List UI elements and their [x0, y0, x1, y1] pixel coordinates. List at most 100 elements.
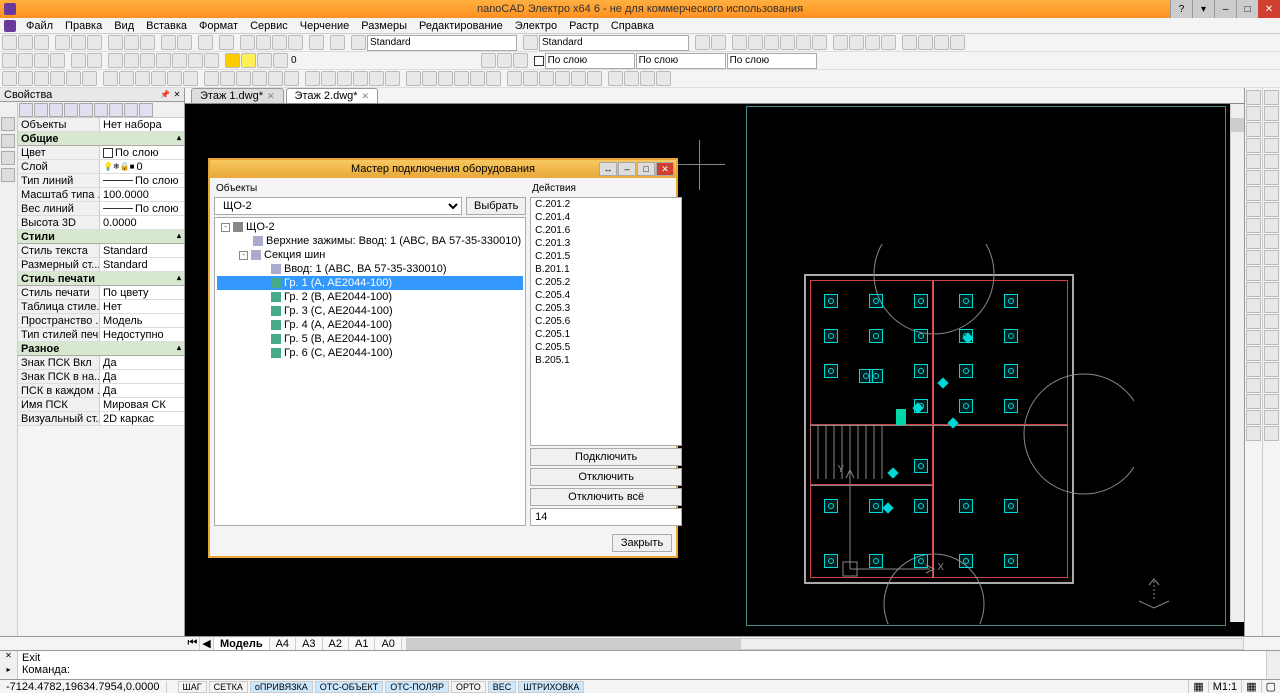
- layer-off-icon[interactable]: [50, 53, 65, 68]
- pin-icon[interactable]: 📌: [160, 90, 170, 100]
- props-row[interactable]: Визуальный ст...2D каркас: [18, 412, 184, 426]
- draw-tool-4[interactable]: [66, 71, 81, 86]
- print-icon[interactable]: [55, 35, 70, 50]
- draw-tool-19[interactable]: [321, 71, 336, 86]
- right-tool-0-8[interactable]: [1246, 218, 1261, 233]
- tb-btn-n[interactable]: [918, 35, 933, 50]
- props-tb-8[interactable]: [124, 103, 138, 117]
- draw-tool-1[interactable]: [18, 71, 33, 86]
- draw-tool-33[interactable]: [555, 71, 570, 86]
- props-tb-1[interactable]: [19, 103, 33, 117]
- draw-tool-14[interactable]: [236, 71, 251, 86]
- actions-list[interactable]: C.201.2C.201.4C.201.6C.201.3C.201.5B.201…: [530, 197, 682, 446]
- props-section[interactable]: Стиль печати▴: [18, 272, 184, 286]
- count-input[interactable]: [530, 508, 682, 526]
- right-tool-1-5[interactable]: [1264, 170, 1279, 185]
- right-tool-0-9[interactable]: [1246, 234, 1261, 249]
- tree-item[interactable]: Гр. 3 (C, AE2044-100): [217, 304, 523, 318]
- tab-nav-first[interactable]: ⏮: [186, 637, 200, 650]
- props-section[interactable]: Общие▴: [18, 132, 184, 146]
- lock-icon[interactable]: [257, 53, 272, 68]
- right-tool-1-14[interactable]: [1264, 314, 1279, 329]
- collapse-icon[interactable]: ▴: [177, 343, 181, 354]
- layout-tab-A3[interactable]: A3: [296, 638, 322, 650]
- light-fixture[interactable]: [1004, 294, 1018, 308]
- light-fixture[interactable]: [824, 329, 838, 343]
- status-extra-3[interactable]: ▢: [1261, 680, 1280, 693]
- tb-btn-m[interactable]: [902, 35, 917, 50]
- preview-icon[interactable]: [87, 35, 102, 50]
- draw-tool-35[interactable]: [587, 71, 602, 86]
- tree-item[interactable]: -ЩО-2: [217, 220, 523, 234]
- right-tool-0-14[interactable]: [1246, 314, 1261, 329]
- collapse-icon[interactable]: ▴: [177, 133, 181, 144]
- props-tb-4[interactable]: [64, 103, 78, 117]
- objects-tree[interactable]: -ЩО-2Верхние зажимы: Ввод: 1 (ABC, ВА 57…: [214, 217, 526, 526]
- menu-вставка[interactable]: Вставка: [140, 20, 193, 32]
- list-item[interactable]: C.205.4: [531, 289, 681, 302]
- view-cube-icon[interactable]: [1134, 576, 1174, 616]
- light-fixture[interactable]: [1004, 364, 1018, 378]
- props-value[interactable]: 💡❄🔒■0: [100, 160, 184, 173]
- light-fixture[interactable]: [914, 364, 928, 378]
- regen-icon[interactable]: [309, 35, 324, 50]
- draw-tool-17[interactable]: [284, 71, 299, 86]
- tree-toggle-icon[interactable]: -: [239, 251, 248, 260]
- status-toggle-ШАГ[interactable]: ШАГ: [178, 681, 207, 693]
- copy-icon[interactable]: [124, 35, 139, 50]
- props-tb-2[interactable]: [34, 103, 48, 117]
- disconnect-all-button[interactable]: Отключить всё: [530, 488, 682, 506]
- light-fixture[interactable]: [824, 364, 838, 378]
- light-fixture[interactable]: [959, 554, 973, 568]
- light-fixture[interactable]: [959, 364, 973, 378]
- props-row[interactable]: Стиль текстаStandard: [18, 244, 184, 258]
- props-section[interactable]: Стили▴: [18, 230, 184, 244]
- props-row[interactable]: Знак ПСК в на...Да: [18, 370, 184, 384]
- list-item[interactable]: B.205.1: [531, 354, 681, 367]
- props-row[interactable]: ПСК в каждом ...Да: [18, 384, 184, 398]
- draw-tool-15[interactable]: [252, 71, 267, 86]
- tb-btn-e[interactable]: [764, 35, 779, 50]
- draw-tool-39[interactable]: [656, 71, 671, 86]
- tree-item[interactable]: -Секция шин: [217, 248, 523, 262]
- props-side-btn-3[interactable]: [1, 151, 15, 165]
- status-scale[interactable]: M1:1: [1208, 681, 1241, 693]
- menu-файл[interactable]: Файл: [20, 20, 59, 32]
- measure-icon[interactable]: [198, 35, 213, 50]
- props-side-btn-2[interactable]: [1, 134, 15, 148]
- dialog-minimize-icon[interactable]: –: [618, 162, 636, 176]
- color-icon[interactable]: [273, 53, 288, 68]
- draw-tool-5[interactable]: [82, 71, 97, 86]
- sun-icon[interactable]: [241, 53, 256, 68]
- props-value[interactable]: Мировая СК: [100, 398, 184, 411]
- list-item[interactable]: C.201.2: [531, 198, 681, 211]
- draw-tool-24[interactable]: [406, 71, 421, 86]
- light-fixture[interactable]: [959, 499, 973, 513]
- draw-tool-18[interactable]: [305, 71, 320, 86]
- light-fixture[interactable]: [1004, 499, 1018, 513]
- draw-tool-6[interactable]: [103, 71, 118, 86]
- help-icon[interactable]: [330, 35, 345, 50]
- cut-icon[interactable]: [108, 35, 123, 50]
- status-toggle-ОТС-ПОЛЯР[interactable]: ОТС-ПОЛЯР: [385, 681, 449, 693]
- right-tool-1-3[interactable]: [1264, 138, 1279, 153]
- dialog-maximize-icon[interactable]: □: [637, 162, 655, 176]
- tb-btn-d[interactable]: [748, 35, 763, 50]
- draw-tool-37[interactable]: [624, 71, 639, 86]
- zoom-window-icon[interactable]: [240, 35, 255, 50]
- menu-правка[interactable]: Правка: [59, 20, 108, 32]
- connect-button[interactable]: Подключить: [530, 448, 682, 466]
- props-tb-3[interactable]: [49, 103, 63, 117]
- light-fixture[interactable]: [1004, 554, 1018, 568]
- status-toggle-ШТРИХОВКА[interactable]: ШТРИХОВКА: [518, 681, 584, 693]
- light-fixture[interactable]: [824, 294, 838, 308]
- status-extra-2[interactable]: ▦: [1241, 680, 1260, 693]
- props-value[interactable]: Недоступно: [100, 328, 184, 341]
- cmd-history-icon[interactable]: ▸: [0, 665, 17, 679]
- right-tool-1-15[interactable]: [1264, 330, 1279, 345]
- draw-tool-34[interactable]: [571, 71, 586, 86]
- right-tool-1-11[interactable]: [1264, 266, 1279, 281]
- layer-merge-icon[interactable]: [140, 53, 155, 68]
- bulb-icon[interactable]: [225, 53, 240, 68]
- command-text[interactable]: Exit Команда:: [18, 651, 1266, 679]
